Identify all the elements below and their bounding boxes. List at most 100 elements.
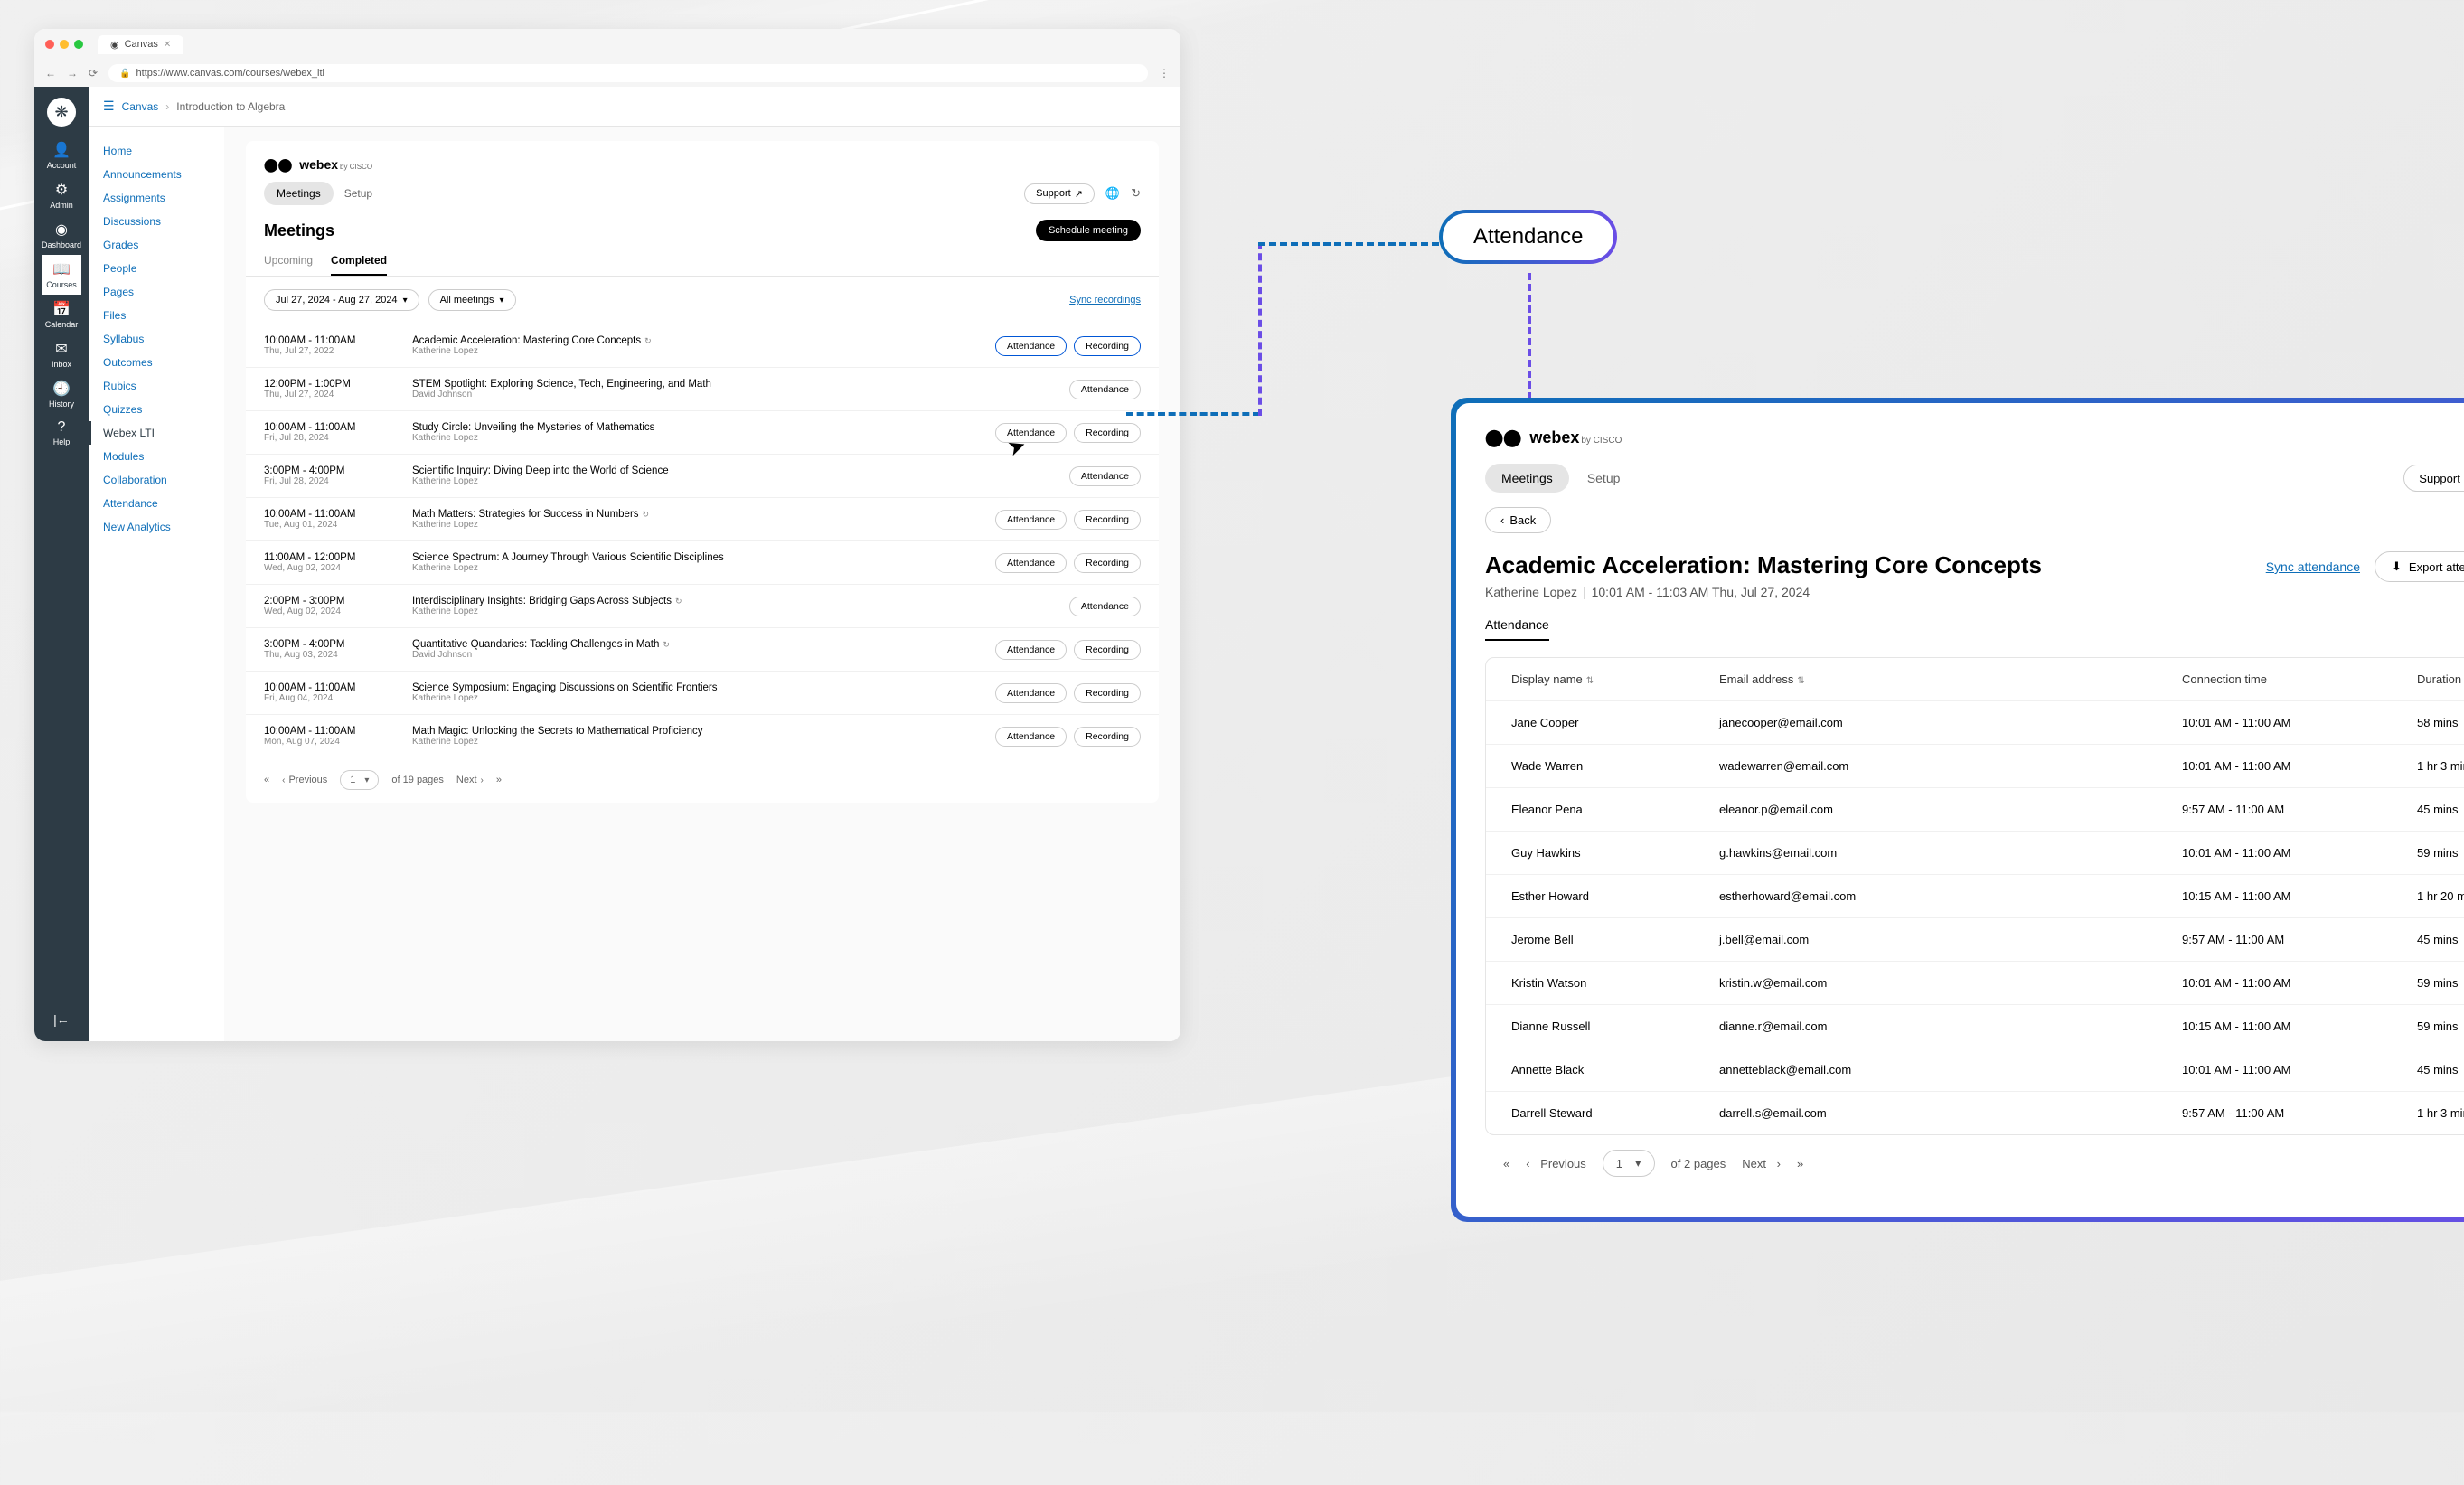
subtab-completed[interactable]: Completed <box>331 254 387 276</box>
course-nav-discussions[interactable]: Discussions <box>89 210 224 233</box>
tab-setup[interactable]: Setup <box>1587 471 1621 485</box>
meeting-row: 10:00AM - 11:00AMMon, Aug 07, 2024 Math … <box>246 714 1159 757</box>
globe-icon[interactable]: 🌐 <box>1105 186 1120 201</box>
attendance-callout-label: Attendance <box>1443 213 1613 260</box>
last-page-icon[interactable]: » <box>496 775 502 785</box>
attendance-button[interactable]: Attendance <box>995 727 1067 747</box>
col-duration[interactable]: Duration⇅ <box>2392 672 2464 686</box>
address-bar[interactable]: 🔒 https://www.canvas.com/courses/webex_l… <box>108 64 1148 82</box>
attendance-table: Display name⇅ Email address⇅ Connection … <box>1485 657 2464 1135</box>
prev-page-button[interactable]: ‹Previous <box>282 775 327 785</box>
canvas-logo-icon[interactable]: ❋ <box>47 98 76 127</box>
rail-collapse-icon[interactable]: |← <box>53 1012 70 1027</box>
course-nav-files[interactable]: Files <box>89 304 224 327</box>
course-nav-announcements[interactable]: Announcements <box>89 163 224 186</box>
sync-recordings-link[interactable]: Sync recordings <box>1069 295 1141 305</box>
course-nav-grades[interactable]: Grades <box>89 233 224 257</box>
recording-button[interactable]: Recording <box>1074 336 1141 356</box>
col-email[interactable]: Email address⇅ <box>1694 672 2157 686</box>
back-icon[interactable]: ← <box>45 67 56 80</box>
rail-item-help[interactable]: ?Help <box>42 414 81 452</box>
tab-setup[interactable]: Setup <box>344 187 372 200</box>
course-nav-new-analytics[interactable]: New Analytics <box>89 515 224 539</box>
recording-button[interactable]: Recording <box>1074 683 1141 703</box>
tab-close-icon[interactable]: ✕ <box>164 40 171 50</box>
attendance-button[interactable]: Attendance <box>995 553 1067 573</box>
course-nav-assignments[interactable]: Assignments <box>89 186 224 210</box>
cell-name: Guy Hawkins <box>1486 846 1694 860</box>
recording-button[interactable]: Recording <box>1074 510 1141 530</box>
sync-attendance-link[interactable]: Sync attendance <box>2266 559 2360 574</box>
detail-panel-wrap: ⬤⬤ webexby CISCO Meetings Setup Support↗… <box>1451 398 2464 1222</box>
recording-button[interactable]: Recording <box>1074 423 1141 443</box>
rail-item-courses[interactable]: 📖Courses <box>42 255 81 295</box>
help-icon: ? <box>58 419 66 436</box>
rail-item-inbox[interactable]: ✉Inbox <box>42 334 81 374</box>
course-nav-people[interactable]: People <box>89 257 224 280</box>
course-nav-collaboration[interactable]: Collaboration <box>89 468 224 492</box>
attendance-button[interactable]: Attendance <box>995 683 1067 703</box>
attendance-button[interactable]: Attendance <box>995 336 1067 356</box>
course-nav-webex-lti[interactable]: Webex LTI <box>89 421 224 445</box>
recording-button[interactable]: Recording <box>1074 553 1141 573</box>
first-page-icon[interactable]: « <box>1503 1157 1509 1170</box>
attendance-button[interactable]: Attendance <box>995 640 1067 660</box>
schedule-meeting-button[interactable]: Schedule meeting <box>1036 220 1141 241</box>
reload-icon[interactable]: ⟳ <box>89 67 98 80</box>
maximize-icon[interactable] <box>74 40 83 49</box>
attendance-button[interactable]: Attendance <box>1069 466 1141 486</box>
rail-item-calendar[interactable]: 📅Calendar <box>42 295 81 334</box>
next-page-button[interactable]: Next› <box>456 775 484 785</box>
cell-name: Eleanor Pena <box>1486 803 1694 816</box>
last-page-icon[interactable]: » <box>1797 1157 1803 1170</box>
menu-icon[interactable]: ⋮ <box>1159 67 1170 80</box>
refresh-icon[interactable]: ↻ <box>1131 186 1141 201</box>
attendance-subtab[interactable]: Attendance <box>1485 617 1549 641</box>
next-page-button[interactable]: Next › <box>1742 1157 1781 1170</box>
prev-page-button[interactable]: ‹ Previous <box>1526 1157 1586 1170</box>
course-nav-pages[interactable]: Pages <box>89 280 224 304</box>
subtab-upcoming[interactable]: Upcoming <box>264 254 313 276</box>
col-display-name[interactable]: Display name⇅ <box>1486 672 1694 686</box>
tab-meetings[interactable]: Meetings <box>264 182 334 205</box>
attendance-button[interactable]: Attendance <box>1069 597 1141 616</box>
browser-tab[interactable]: ◉ Canvas ✕ <box>98 35 183 54</box>
meeting-info: Interdisciplinary Insights: Bridging Gap… <box>412 596 1048 616</box>
support-button[interactable]: Support↗ <box>2403 465 2464 492</box>
recording-button[interactable]: Recording <box>1074 640 1141 660</box>
date-range-filter[interactable]: Jul 27, 2024 - Aug 27, 2024▾ <box>264 289 419 311</box>
page-input[interactable]: 1▾ <box>340 770 379 790</box>
course-nav-attendance[interactable]: Attendance <box>89 492 224 515</box>
attendance-button[interactable]: Attendance <box>995 510 1067 530</box>
back-button[interactable]: ‹Back <box>1485 507 1551 533</box>
export-attendance-button[interactable]: ⬇Export attendance report <box>2375 551 2464 582</box>
minimize-icon[interactable] <box>60 40 69 49</box>
course-nav-modules[interactable]: Modules <box>89 445 224 468</box>
rail-item-dashboard[interactable]: ◉Dashboard <box>42 215 81 255</box>
recording-button[interactable]: Recording <box>1074 727 1141 747</box>
rail-item-account[interactable]: 👤Account <box>42 136 81 175</box>
webex-tabs-row: Meetings Setup Support↗ 🌐 ↻ <box>246 173 1159 214</box>
hamburger-icon[interactable]: ☰ <box>103 99 115 114</box>
meetings-filter[interactable]: All meetings▾ <box>428 289 516 311</box>
table-row: Jerome Bell j.bell@email.com 9:57 AM - 1… <box>1486 917 2464 961</box>
tab-meetings[interactable]: Meetings <box>1485 464 1569 493</box>
meeting-time: 10:00AM - 11:00AMThu, Jul 27, 2022 <box>264 335 390 356</box>
forward-icon[interactable]: → <box>67 67 78 80</box>
breadcrumb-app[interactable]: Canvas <box>122 100 159 113</box>
course-nav-quizzes[interactable]: Quizzes <box>89 398 224 421</box>
course-nav-syllabus[interactable]: Syllabus <box>89 327 224 351</box>
canvas-body: HomeAnnouncementsAssignmentsDiscussionsG… <box>89 127 1180 1041</box>
course-nav-rubics[interactable]: Rubics <box>89 374 224 398</box>
meeting-actions: Attendance Recording <box>995 727 1141 747</box>
rail-item-admin[interactable]: ⚙Admin <box>42 175 81 215</box>
course-nav-home[interactable]: Home <box>89 139 224 163</box>
course-nav-outcomes[interactable]: Outcomes <box>89 351 224 374</box>
close-icon[interactable] <box>45 40 54 49</box>
first-page-icon[interactable]: « <box>264 775 269 785</box>
rail-item-history[interactable]: 🕘History <box>42 374 81 414</box>
meeting-info: Science Spectrum: A Journey Through Vari… <box>412 552 973 573</box>
support-button[interactable]: Support↗ <box>1024 183 1095 204</box>
attendance-button[interactable]: Attendance <box>1069 380 1141 399</box>
page-input[interactable]: 1▾ <box>1603 1150 1655 1177</box>
